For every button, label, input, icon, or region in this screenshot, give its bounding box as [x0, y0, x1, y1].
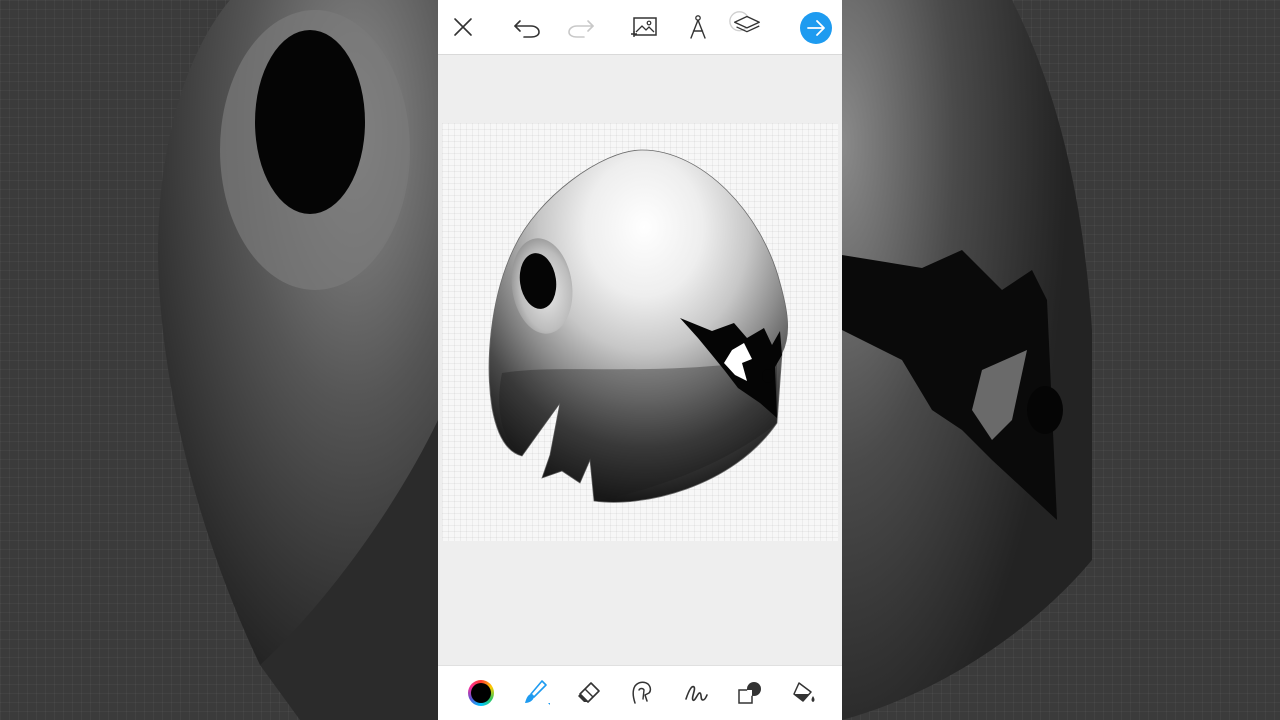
background-egg-left — [158, 0, 438, 720]
screen — [0, 0, 1280, 720]
top-toolbar — [438, 0, 842, 55]
drawing-canvas[interactable] — [442, 123, 838, 541]
eraser-tool-button[interactable] — [572, 676, 606, 710]
background-egg-right — [842, 0, 1092, 720]
layers-icon — [729, 11, 760, 33]
background-zoom-left — [0, 0, 438, 720]
brush-icon — [525, 680, 550, 705]
undo-button[interactable] — [509, 9, 545, 45]
smudge-finger-icon — [632, 681, 652, 704]
bottom-toolbar — [438, 665, 842, 720]
add-image-button[interactable] — [626, 9, 662, 45]
close-button[interactable] — [445, 9, 481, 45]
layers-button[interactable] — [728, 8, 764, 44]
fill-tool-button[interactable] — [787, 676, 821, 710]
lasso-stroke-icon — [685, 685, 708, 702]
redo-button[interactable] — [563, 9, 599, 45]
arrow-right-icon — [807, 20, 825, 36]
redo-icon — [568, 20, 594, 38]
color-picker-swatch — [468, 680, 494, 706]
eraser-icon — [578, 682, 600, 703]
close-icon — [454, 18, 472, 36]
done-button[interactable] — [800, 12, 832, 44]
smudge-tool-button[interactable] — [625, 676, 659, 710]
compass-ruler-icon — [690, 15, 706, 39]
shapes-tool-button[interactable] — [733, 676, 767, 710]
background-zoom-right — [842, 0, 1280, 720]
shapes-icon — [738, 682, 761, 704]
drawing-app — [438, 0, 842, 720]
stroke-tool-button[interactable] — [679, 676, 713, 710]
current-color — [471, 683, 491, 703]
fill-bucket-icon — [793, 682, 815, 702]
canvas-workspace[interactable] — [438, 55, 842, 665]
color-picker-button[interactable] — [464, 676, 498, 710]
add-image-icon — [631, 17, 657, 37]
ruler-button[interactable] — [680, 9, 716, 45]
egg-drawing — [488, 149, 788, 503]
brush-tool-button[interactable] — [518, 676, 552, 710]
undo-icon — [514, 20, 540, 38]
